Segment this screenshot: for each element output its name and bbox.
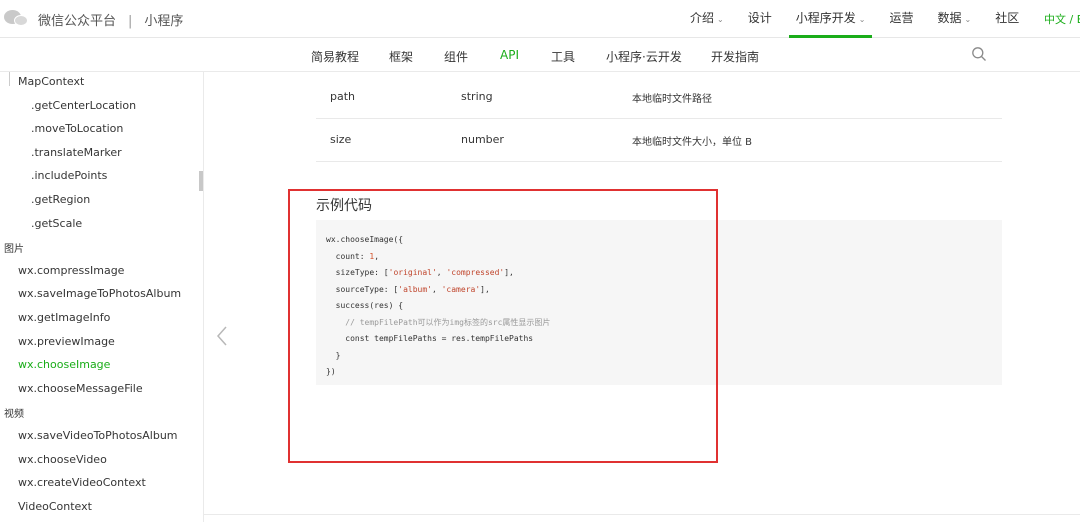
- top-nav-item[interactable]: 介绍 ⌄: [683, 0, 731, 38]
- sidebar-item[interactable]: wx.saveImageToPhotosAlbum: [18, 287, 181, 300]
- param-desc: 本地临时文件大小，单位 B: [632, 137, 753, 148]
- top-nav-item[interactable]: 设计: [741, 0, 779, 38]
- brand-divider: |: [128, 14, 133, 29]
- brand-name[interactable]: 微信公众平台: [38, 14, 116, 29]
- tab-dev-guide[interactable]: 开发指南: [711, 48, 759, 65]
- sidebar-item[interactable]: wx.chooseImage: [18, 358, 110, 371]
- sidebar-item[interactable]: VideoContext: [18, 500, 92, 513]
- return-params-table: path string 本地临时文件路径 size number 本地临时文件大…: [316, 76, 1002, 162]
- api-sidebar[interactable]: MapContext .getCenterLocation .moveToLocat…: [0, 72, 204, 522]
- sidebar-item[interactable]: .getRegion: [31, 193, 90, 206]
- param-type: number: [461, 133, 504, 146]
- tab-framework[interactable]: 框架: [389, 48, 413, 65]
- chevron-down-icon: ⌄: [964, 15, 972, 24]
- param-type: string: [461, 90, 493, 103]
- tab-tutorial[interactable]: 简易教程: [311, 48, 359, 65]
- top-nav-item[interactable]: 小程序开发 ⌄: [788, 0, 873, 38]
- sidebar-group-heading: 视频: [4, 409, 24, 421]
- sidebar-item[interactable]: wx.chooseVideo: [18, 453, 107, 466]
- sub-nav: 简易教程 框架 组件 API 工具 小程序·云开发 开发指南: [0, 39, 1080, 72]
- sidebar-item[interactable]: .getCenterLocation: [31, 99, 136, 112]
- tab-api[interactable]: API: [500, 48, 519, 62]
- top-nav: 介绍 ⌄ 设计 小程序开发 ⌄ 运营 数据 ⌄ 社区: [683, 0, 1036, 38]
- chevron-down-icon: ⌄: [717, 15, 724, 24]
- top-nav-label: 介绍: [690, 11, 715, 25]
- product-name[interactable]: 小程序: [144, 14, 183, 29]
- tree-line: [9, 72, 10, 86]
- chevron-left-icon[interactable]: [213, 324, 231, 348]
- sidebar-item[interactable]: wx.compressImage: [18, 264, 124, 277]
- brand[interactable]: 微信公众平台 | 小程序: [38, 10, 183, 29]
- top-nav-label: 数据: [937, 11, 962, 25]
- param-desc: 本地临时文件路径: [632, 94, 712, 105]
- sidebar-item[interactable]: .getScale: [31, 217, 82, 230]
- sidebar-item[interactable]: wx.chooseMessageFile: [18, 382, 143, 395]
- param-name: path: [330, 90, 356, 103]
- chevron-down-icon: ⌄: [858, 15, 866, 24]
- top-header: 微信公众平台 | 小程序 介绍 ⌄ 设计 小程序开发 ⌄ 运营 数据 ⌄ 社区 中文 / E: [0, 0, 1080, 38]
- tab-components[interactable]: 组件: [444, 48, 468, 65]
- sidebar-item[interactable]: MapContext: [18, 75, 84, 88]
- highlight-annotation: [288, 189, 718, 463]
- top-nav-label: 运营: [889, 11, 914, 25]
- wechat-logo-icon[interactable]: [4, 8, 30, 28]
- top-nav-label: 小程序开发: [795, 11, 856, 25]
- sidebar-item[interactable]: .translateMarker: [31, 146, 122, 159]
- tab-cloud-dev[interactable]: 小程序·云开发: [606, 48, 682, 65]
- table-row: path string 本地临时文件路径: [316, 76, 1002, 119]
- sidebar-item[interactable]: wx.getImageInfo: [18, 311, 110, 324]
- footer-divider: [204, 514, 1080, 515]
- sidebar-group-heading: 图片: [4, 244, 24, 256]
- top-nav-label: 设计: [747, 11, 772, 25]
- top-nav-item[interactable]: 数据 ⌄: [930, 0, 978, 38]
- sidebar-scrollbar[interactable]: [199, 171, 203, 191]
- sidebar-item[interactable]: wx.previewImage: [18, 335, 115, 348]
- top-nav-label: 社区: [995, 11, 1020, 25]
- sidebar-item[interactable]: .includePoints: [31, 169, 107, 182]
- sidebar-item[interactable]: .moveToLocation: [31, 122, 123, 135]
- table-row: size number 本地临时文件大小，单位 B: [316, 119, 1002, 162]
- sidebar-item[interactable]: wx.saveVideoToPhotosAlbum: [18, 429, 178, 442]
- param-name: size: [330, 133, 352, 146]
- tab-tools[interactable]: 工具: [551, 48, 575, 65]
- sidebar-item[interactable]: wx.createVideoContext: [18, 476, 146, 489]
- top-nav-item[interactable]: 运营: [882, 0, 920, 38]
- top-nav-item[interactable]: 社区: [988, 0, 1026, 38]
- language-switch[interactable]: 中文 / E: [1044, 11, 1080, 27]
- search-icon[interactable]: [971, 46, 987, 62]
